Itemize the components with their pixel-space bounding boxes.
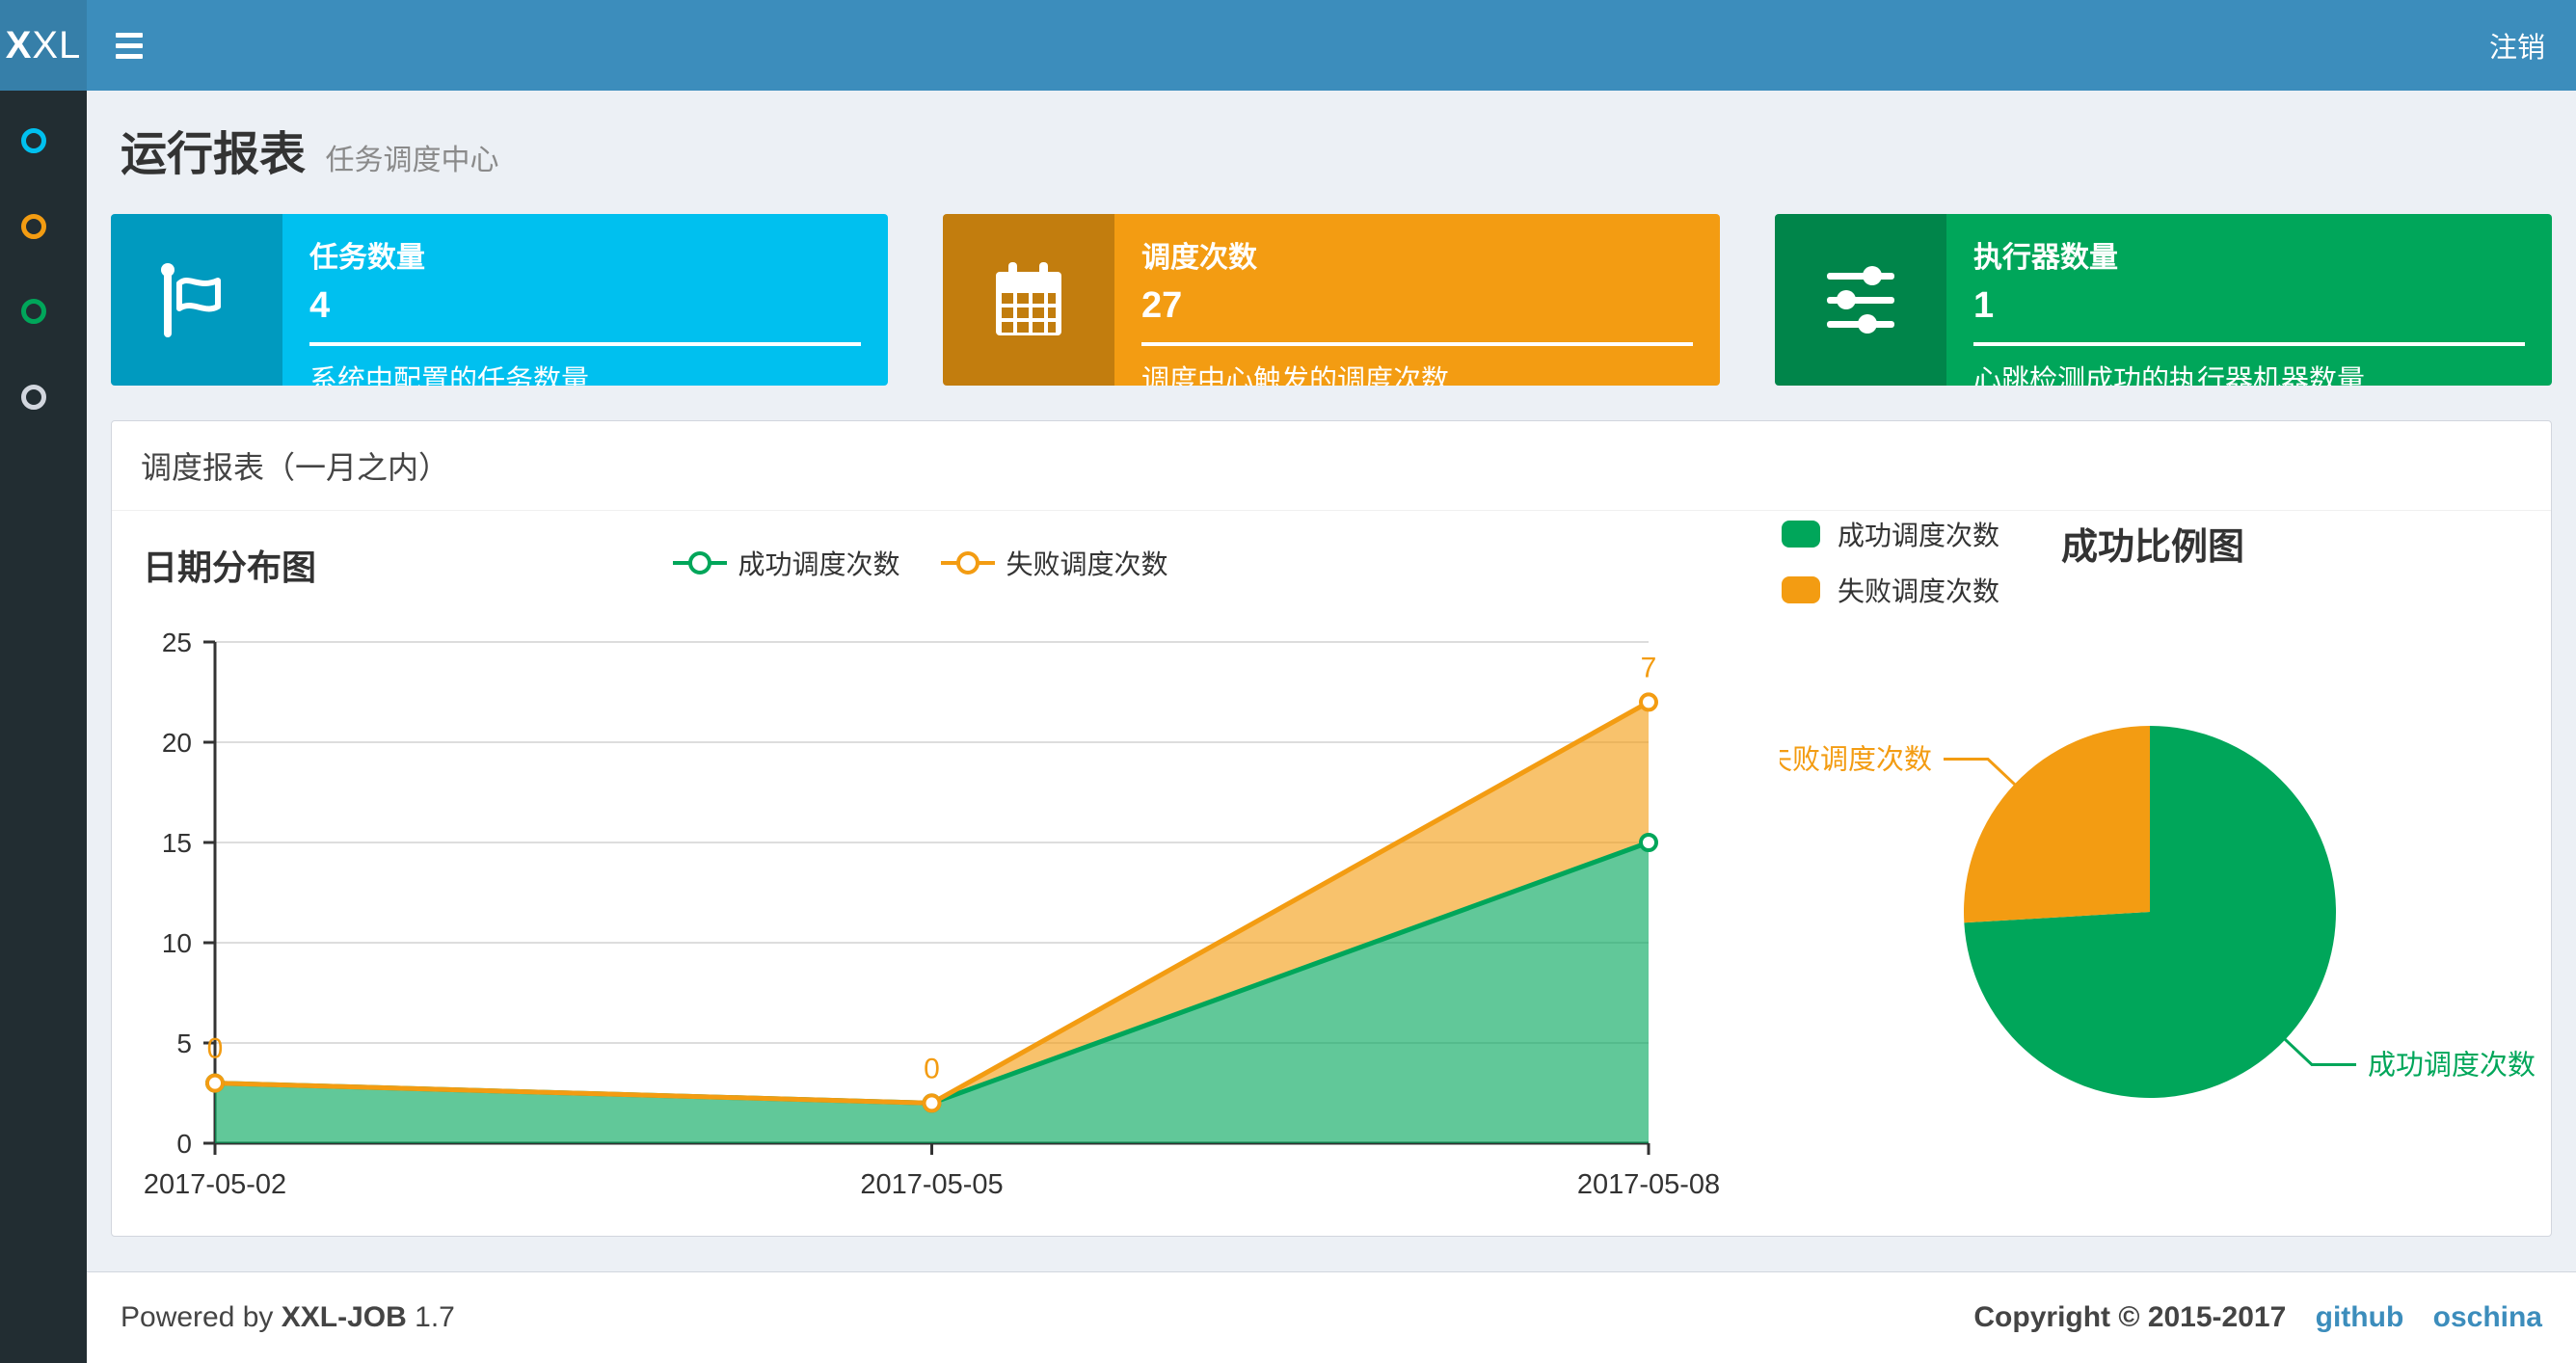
card-description: 心跳检测成功的执行器机器数量 — [1973, 365, 2366, 386]
sidebar-item-2[interactable] — [0, 189, 87, 275]
svg-text:15: 15 — [162, 828, 192, 858]
circle-icon — [21, 214, 46, 239]
logo-bold: X — [5, 23, 33, 67]
svg-text:2017-05-05: 2017-05-05 — [860, 1169, 1003, 1200]
card-label: 调度次数 — [1141, 242, 1257, 274]
svg-text:7: 7 — [1641, 652, 1657, 683]
line-chart-header: 日期分布图 成功调度次数 失败调度次数 — [112, 536, 1727, 587]
hamburger-bar — [116, 32, 143, 38]
card-body: 调度次数 27 调度中心触发的调度次数 — [1114, 214, 1720, 386]
legend-label: 成功调度次数 — [1838, 521, 2000, 550]
card-divider — [1141, 342, 1693, 346]
card-divider — [309, 342, 861, 346]
svg-text:20: 20 — [162, 728, 192, 758]
card-executor-count: 执行器数量 1 心跳检测成功的执行器机器数量 — [1775, 214, 2552, 386]
powered-prefix: Powered by — [121, 1301, 274, 1333]
card-label: 任务数量 — [309, 242, 425, 274]
card-trigger-count: 调度次数 27 调度中心触发的调度次数 — [943, 214, 1720, 386]
github-link[interactable]: github — [2316, 1301, 2404, 1333]
page-header: 运行报表 任务调度中心 — [111, 91, 2552, 183]
svg-text:25: 25 — [162, 628, 192, 657]
legend-label: 失败调度次数 — [1006, 549, 1168, 579]
card-value: 27 — [1141, 285, 1183, 326]
green-swatch-icon — [1782, 521, 1820, 548]
legend-item-success[interactable]: 成功调度次数 — [670, 544, 900, 582]
top-navbar: X XL 注销 — [0, 0, 2576, 91]
powered-by: Powered by XXL-JOB 1.7 — [121, 1301, 455, 1334]
card-body: 任务数量 4 系统中配置的任务数量 — [282, 214, 888, 386]
card-description: 系统中配置的任务数量 — [309, 365, 590, 386]
navbar-right: 注销 — [2489, 0, 2576, 91]
circle-icon — [21, 128, 46, 153]
card-label: 执行器数量 — [1973, 242, 2118, 274]
svg-text:0: 0 — [924, 1053, 940, 1084]
panel-body: 日期分布图 成功调度次数 失败调度次数 0 5 10 15 20 25 2017… — [112, 511, 2551, 1236]
legend-item-fail[interactable]: 失败调度次数 — [939, 544, 1168, 582]
svg-text:0: 0 — [207, 1033, 224, 1065]
hamburger-bar — [116, 42, 143, 48]
pie-legend-item-success[interactable]: 成功调度次数 — [1782, 515, 1999, 553]
stat-cards-row: 任务数量 4 系统中配置的任务数量 调度次数 27 调度中心触发的调度次数 执行… — [111, 214, 2552, 386]
hamburger-bar — [116, 53, 143, 59]
sidebar-item-1[interactable] — [0, 103, 87, 189]
pie-chart-title: 成功比例图 — [2061, 527, 2245, 568]
svg-text:2017-05-02: 2017-05-02 — [144, 1169, 286, 1200]
oschina-link[interactable]: oschina — [2433, 1301, 2542, 1333]
app-logo[interactable]: X XL — [0, 0, 87, 91]
panel-title: 调度报表（一月之内） — [112, 421, 2551, 511]
sidebar-item-4[interactable] — [0, 360, 87, 445]
line-legend-marker-icon — [672, 551, 727, 575]
line-legend-marker-icon — [940, 551, 995, 575]
card-value: 4 — [309, 285, 331, 326]
page-title: 运行报表 — [121, 129, 307, 180]
sidebar — [0, 91, 87, 1363]
date-distribution-area-chart[interactable]: 05101520252017-05-02 2017-05-05 2017-05-08… — [112, 603, 1727, 1236]
version: 1.7 — [415, 1301, 455, 1333]
sliders-icon — [1775, 214, 1946, 386]
pie-chart-column: 成功调度次数 失败调度次数 成功比例图 成功调度次数 失败调度次数 — [1780, 511, 2551, 1236]
line-chart-column: 日期分布图 成功调度次数 失败调度次数 0 5 10 15 20 25 2017… — [112, 511, 1727, 1236]
svg-text:0: 0 — [176, 1129, 192, 1159]
line-chart-legend: 成功调度次数 失败调度次数 — [670, 544, 1168, 582]
copyright: Copyright © 2015-2017 — [1973, 1301, 2287, 1333]
flag-icon — [111, 214, 282, 386]
svg-text:5: 5 — [176, 1029, 192, 1058]
card-value: 1 — [1973, 285, 1995, 326]
card-body: 执行器数量 1 心跳检测成功的执行器机器数量 — [1946, 214, 2552, 386]
svg-text:失败调度次数: 失败调度次数 — [1780, 743, 1932, 775]
card-divider — [1973, 342, 2525, 346]
logout-button[interactable]: 注销 — [2489, 25, 2545, 66]
svg-text:成功调度次数: 成功调度次数 — [2368, 1050, 2536, 1082]
calendar-icon — [943, 214, 1114, 386]
content-area: 运行报表 任务调度中心 任务数量 4 系统中配置的任务数量 调度次数 27 调度… — [87, 91, 2576, 1237]
card-description: 调度中心触发的调度次数 — [1141, 365, 1450, 386]
footer: Powered by XXL-JOB 1.7 Copyright © 2015-… — [87, 1271, 2576, 1363]
svg-text:10: 10 — [162, 928, 192, 958]
sidebar-item-3[interactable] — [0, 274, 87, 360]
page-subtitle: 任务调度中心 — [325, 145, 499, 176]
footer-right: Copyright © 2015-2017 github oschina — [1973, 1301, 2542, 1334]
circle-icon — [21, 299, 46, 324]
success-ratio-pie-chart[interactable]: 成功调度次数 失败调度次数 — [1780, 600, 2553, 1216]
svg-text:2017-05-08: 2017-05-08 — [1577, 1169, 1720, 1200]
legend-label: 成功调度次数 — [738, 549, 900, 579]
brand-name: XXL-JOB — [281, 1301, 407, 1333]
report-panel: 调度报表（一月之内） 日期分布图 成功调度次数 失败调度次数 0 5 10 15… — [111, 420, 2552, 1237]
line-chart-title: 日期分布图 — [143, 548, 317, 587]
card-job-count: 任务数量 4 系统中配置的任务数量 — [111, 214, 888, 386]
hamburger-menu-icon[interactable] — [87, 0, 172, 91]
circle-icon — [21, 385, 46, 410]
logo-rest: XL — [32, 23, 82, 67]
